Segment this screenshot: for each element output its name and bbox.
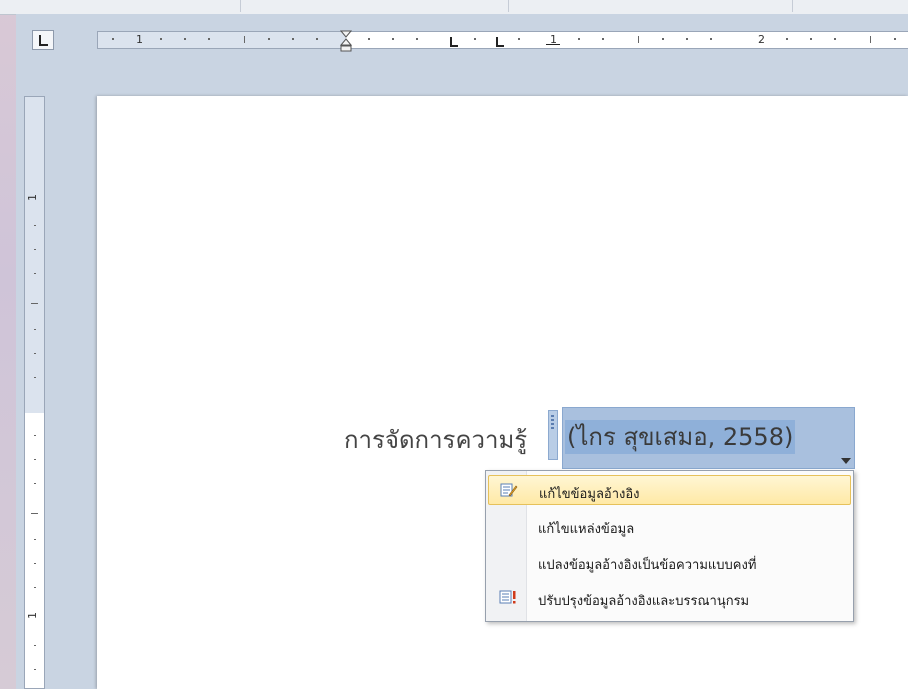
ribbon-separator [508, 0, 509, 12]
ruler-margin-zone [25, 97, 44, 413]
ruler-tick [31, 513, 38, 514]
edit-citation-icon [500, 483, 518, 497]
ruler-tick [834, 38, 836, 40]
menu-item-label: แก้ไขแหล่งข้อมูล [538, 522, 635, 537]
ruler-tick [34, 669, 36, 670]
left-tab-stop-icon[interactable] [496, 37, 504, 47]
ruler-tick [578, 38, 580, 40]
ruler-tick [392, 38, 394, 40]
ruler-tick [244, 36, 245, 43]
ruler-tick [638, 36, 639, 43]
ruler-number: 1 [136, 33, 143, 46]
ruler-tick [710, 38, 712, 40]
ruler-tick [34, 563, 36, 564]
ruler-tick [112, 38, 114, 40]
menu-item-label: แก้ไขข้อมูลอ้างอิง [539, 487, 640, 502]
ruler-tick [602, 38, 604, 40]
ruler-tick [34, 273, 36, 274]
ruler-tick [686, 38, 688, 40]
ruler-tab-underline [546, 44, 560, 45]
menu-item-edit-source[interactable]: แก้ไขแหล่งข้อมูล [488, 511, 851, 541]
ribbon-separator [240, 0, 241, 12]
ruler-tick [34, 587, 36, 588]
citation-text[interactable]: (ไกร สุขเสมอ, 2558) [565, 420, 796, 454]
ruler-tick [268, 38, 270, 40]
ruler-tick [870, 36, 871, 43]
ruler-number: 2 [758, 33, 765, 46]
ruler-tick [34, 459, 36, 460]
ruler-tick [31, 303, 38, 304]
ruler-tick [34, 377, 36, 378]
left-tab-stop-icon[interactable] [450, 37, 458, 47]
menu-item-label: แปลงข้อมูลอ้างอิงเป็นข้อความแบบคงที่ [538, 558, 757, 573]
menu-item-label: ปรับปรุงข้อมูลอ้างอิงและบรรณานุกรม [538, 594, 750, 609]
ruler-tick [518, 38, 520, 40]
left-tab-icon [39, 35, 48, 46]
ruler-tick [786, 38, 788, 40]
ruler-tick [34, 329, 36, 330]
ruler-tick [208, 38, 210, 40]
menu-item-convert-to-static-text[interactable]: แปลงข้อมูลอ้างอิงเป็นข้อความแบบคงที่ [488, 547, 851, 577]
window-backdrop [0, 0, 16, 689]
horizontal-ruler[interactable]: 1 1 2 [97, 30, 908, 52]
ruler-tick [34, 435, 36, 436]
ruler-tick [34, 539, 36, 540]
ruler-tick [34, 483, 36, 484]
ruler-tick [184, 38, 186, 40]
ruler-tick [292, 38, 294, 40]
ruler-tick [34, 249, 36, 250]
vertical-ruler[interactable]: 1 1 [24, 96, 45, 689]
ribbon-separator [792, 0, 793, 12]
ruler-tick [160, 38, 162, 40]
indent-marker-icon[interactable] [340, 30, 352, 52]
ruler-number: 1 [26, 194, 39, 201]
ruler-tick [34, 225, 36, 226]
menu-item-update-citations-bibliography[interactable]: ปรับปรุงข้อมูลอ้างอิงและบรรณานุกรม [488, 583, 851, 613]
body-text[interactable]: การจัดการความรู้ [344, 420, 527, 459]
ruler-tick [316, 38, 318, 40]
ruler-tick [810, 38, 812, 40]
ruler-tick [662, 38, 664, 40]
ruler-tick [894, 38, 896, 40]
update-bibliography-icon [499, 590, 516, 604]
ruler-tick [368, 38, 370, 40]
ruler-tick [34, 645, 36, 646]
citation-content-control[interactable]: (ไกร สุขเสมอ, 2558) [562, 407, 855, 469]
citation-options-menu: แก้ไขข้อมูลอ้างอิง แก้ไขแหล่งข้อมูล แปลง… [485, 470, 854, 622]
ruler-tick [416, 38, 418, 40]
ruler-number: 1 [26, 612, 39, 619]
tab-selector-button[interactable] [32, 30, 54, 50]
menu-item-edit-citation[interactable]: แก้ไขข้อมูลอ้างอิง [488, 475, 851, 505]
ribbon-strip-cut-off [0, 0, 908, 15]
citation-dropdown-arrow-icon[interactable] [841, 458, 851, 464]
ruler-tick [474, 38, 476, 40]
grip-dots-icon [551, 415, 554, 429]
ruler-tick [34, 353, 36, 354]
citation-drag-handle[interactable] [548, 410, 558, 460]
